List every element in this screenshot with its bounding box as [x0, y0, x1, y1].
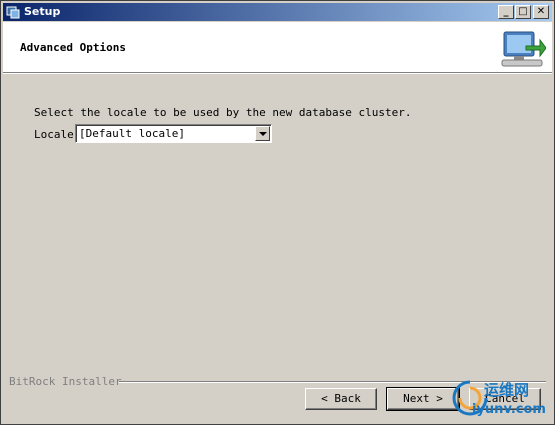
title-bar[interactable]: Setup _ □ ✕ [3, 3, 552, 21]
page-header: Advanced Options [3, 22, 552, 73]
maximize-button[interactable]: □ [515, 5, 531, 19]
page-title: Advanced Options [20, 41, 126, 54]
watermark-text-cn: 运维网 [484, 381, 530, 399]
close-button[interactable]: ✕ [533, 5, 549, 19]
setup-app-icon [6, 6, 20, 19]
locale-select[interactable]: [Default locale] [75, 124, 272, 143]
locale-selected-value: [Default locale] [79, 127, 185, 140]
dropdown-arrow-icon[interactable] [255, 126, 270, 141]
setup-window: Setup _ □ ✕ Advanced Options Select the … [0, 0, 555, 425]
back-button[interactable]: < Back [305, 388, 377, 410]
installer-brand-label: BitRock Installer [9, 375, 122, 388]
locale-prompt-text: Select the locale to be used by the new … [34, 106, 412, 119]
locale-label: Locale [34, 128, 74, 141]
minimize-button[interactable]: _ [498, 5, 514, 19]
next-button[interactable]: Next > [386, 387, 460, 411]
computer-install-icon [501, 31, 546, 67]
header-divider [3, 73, 552, 74]
watermark-logo: 运维网 iyunv.com [450, 378, 550, 422]
window-title: Setup [24, 5, 61, 18]
watermark-text-url: iyunv.com [472, 402, 546, 417]
